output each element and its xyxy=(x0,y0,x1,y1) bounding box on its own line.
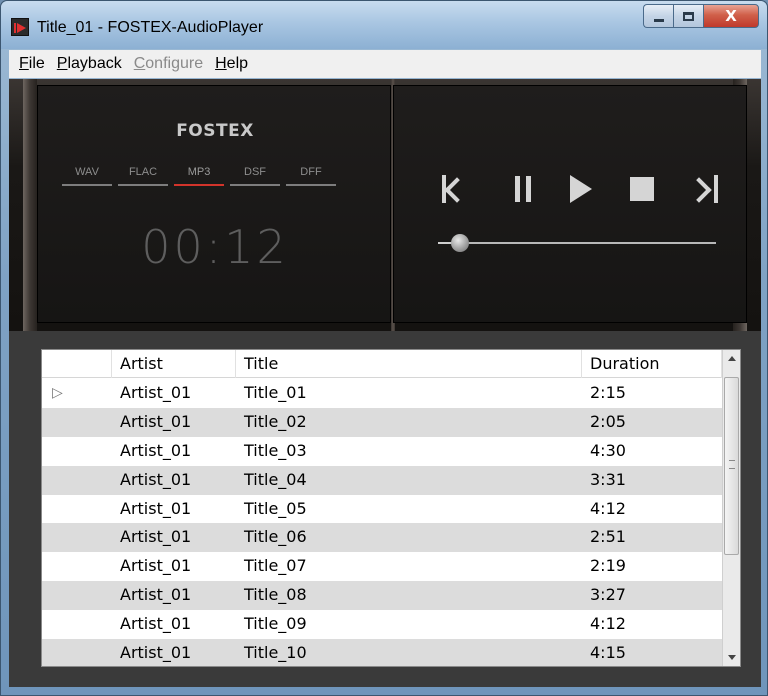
seek-thumb[interactable] xyxy=(451,234,470,252)
now-playing-icon: ▷ xyxy=(52,385,63,401)
cell-title: Title_09 xyxy=(244,614,307,634)
cell-title: Title_07 xyxy=(244,556,307,576)
maximize-icon xyxy=(683,11,694,21)
header-artist[interactable]: Artist xyxy=(112,350,236,378)
close-icon: X xyxy=(725,7,737,25)
cell-artist: Artist_01 xyxy=(120,411,192,431)
app-icon[interactable] xyxy=(11,18,29,36)
header-marker xyxy=(42,350,112,378)
cell-artist: Artist_01 xyxy=(120,440,192,460)
maximize-button[interactable] xyxy=(673,4,703,28)
elapsed-time: 00:12 xyxy=(141,220,289,274)
caption-buttons: X xyxy=(643,4,759,28)
playlist-table[interactable]: Artist Title Duration ▷ Artist_01 Title_01… xyxy=(41,349,741,667)
cell-duration: 4:30 xyxy=(590,440,626,460)
cell-artist: Artist_01 xyxy=(120,614,192,634)
window-title: Title_01 - FOSTEX-AudioPlayer xyxy=(37,19,264,36)
cell-title: Title_10 xyxy=(244,643,307,663)
cell-title: Title_08 xyxy=(244,585,307,605)
close-button[interactable]: X xyxy=(703,4,759,28)
cell-duration: 3:31 xyxy=(590,469,626,489)
format-indicators: WAV FLAC MP3 DSF DFF xyxy=(62,166,336,186)
table-row[interactable]: ▷ Artist_01 Title_01 2:15 xyxy=(42,379,722,408)
cell-artist: Artist_01 xyxy=(120,643,192,663)
cell-duration: 2:51 xyxy=(590,527,626,547)
format-mp3: MP3 xyxy=(174,166,224,186)
header-duration[interactable]: Duration xyxy=(582,350,722,378)
display-panel: FOSTEX WAV FLAC MP3 DSF DFF 00:12 xyxy=(37,85,391,323)
cell-artist: Artist_01 xyxy=(120,527,192,547)
transport-controls xyxy=(440,171,720,207)
table-row[interactable]: Artist_01 Title_02 2:05 xyxy=(42,407,722,437)
cell-duration: 4:12 xyxy=(590,498,626,518)
title-bar[interactable]: Title_01 - FOSTEX-AudioPlayer X xyxy=(1,1,767,49)
playlist-rows: ▷ Artist_01 Title_01 2:15 Artist_01 Title_02 2… xyxy=(42,379,722,666)
cell-duration: 4:15 xyxy=(590,643,626,663)
cell-artist: Artist_01 xyxy=(120,383,192,402)
menu-help[interactable]: Help xyxy=(209,55,254,73)
menu-configure: Configure xyxy=(133,55,204,72)
cell-title: Title_05 xyxy=(244,498,307,518)
cell-title: Title_01 xyxy=(244,383,307,402)
cell-title: Title_03 xyxy=(244,440,307,460)
transport-panel xyxy=(393,85,747,323)
scroll-up-icon[interactable] xyxy=(723,350,740,368)
format-dff: DFF xyxy=(286,166,336,186)
next-track-icon[interactable] xyxy=(686,171,722,207)
left-rail xyxy=(23,79,37,331)
cell-artist: Artist_01 xyxy=(120,469,192,489)
table-row[interactable]: Artist_01 Title_06 2:51 xyxy=(42,523,722,553)
menu-playback[interactable]: Playback xyxy=(51,55,128,73)
seek-slider[interactable] xyxy=(438,234,716,252)
table-row[interactable]: Artist_01 Title_05 4:12 xyxy=(42,495,722,524)
cell-duration: 2:19 xyxy=(590,556,626,576)
cell-artist: Artist_01 xyxy=(120,585,192,605)
format-wav: WAV xyxy=(62,166,112,186)
table-row[interactable]: Artist_01 Title_04 3:31 xyxy=(42,465,722,495)
cell-duration: 2:05 xyxy=(590,411,626,431)
cell-title: Title_06 xyxy=(244,527,307,547)
app-window: Title_01 - FOSTEX-AudioPlayer X File Pla… xyxy=(0,0,768,696)
table-row[interactable]: Artist_01 Title_09 4:12 xyxy=(42,610,722,639)
menu-bar: File Playback Configure Help xyxy=(9,50,761,78)
table-row[interactable]: Artist_01 Title_08 3:27 xyxy=(42,581,722,611)
previous-track-icon[interactable] xyxy=(440,171,476,207)
table-row[interactable]: Artist_01 Title_07 2:19 xyxy=(42,552,722,581)
scroll-thumb[interactable] xyxy=(724,377,739,555)
minimize-button[interactable] xyxy=(643,4,673,28)
table-row[interactable]: Artist_01 Title_10 4:15 xyxy=(42,639,722,666)
cell-duration: 2:15 xyxy=(590,383,626,402)
menu-file[interactable]: File xyxy=(13,55,51,73)
table-row[interactable]: Artist_01 Title_03 4:30 xyxy=(42,437,722,466)
cell-duration: 3:27 xyxy=(590,585,626,605)
header-title[interactable]: Title xyxy=(236,350,582,378)
cell-title: Title_02 xyxy=(244,411,307,431)
play-icon[interactable] xyxy=(568,171,594,207)
cell-title: Title_04 xyxy=(244,469,307,489)
playlist-header: Artist Title Duration xyxy=(42,350,722,378)
cell-artist: Artist_01 xyxy=(120,556,192,576)
playlist-scrollbar[interactable] xyxy=(722,350,740,666)
brand-logo: FOSTEX xyxy=(176,121,254,141)
scroll-down-icon[interactable] xyxy=(723,648,740,666)
minimize-icon xyxy=(653,18,664,22)
format-dsf: DSF xyxy=(230,166,280,186)
format-flac: FLAC xyxy=(118,166,168,186)
player-panel: FOSTEX WAV FLAC MP3 DSF DFF 00:12 xyxy=(9,79,761,331)
cell-artist: Artist_01 xyxy=(120,498,192,518)
cell-duration: 4:12 xyxy=(590,614,626,634)
pause-icon[interactable] xyxy=(512,171,534,207)
stop-icon[interactable] xyxy=(630,171,658,207)
